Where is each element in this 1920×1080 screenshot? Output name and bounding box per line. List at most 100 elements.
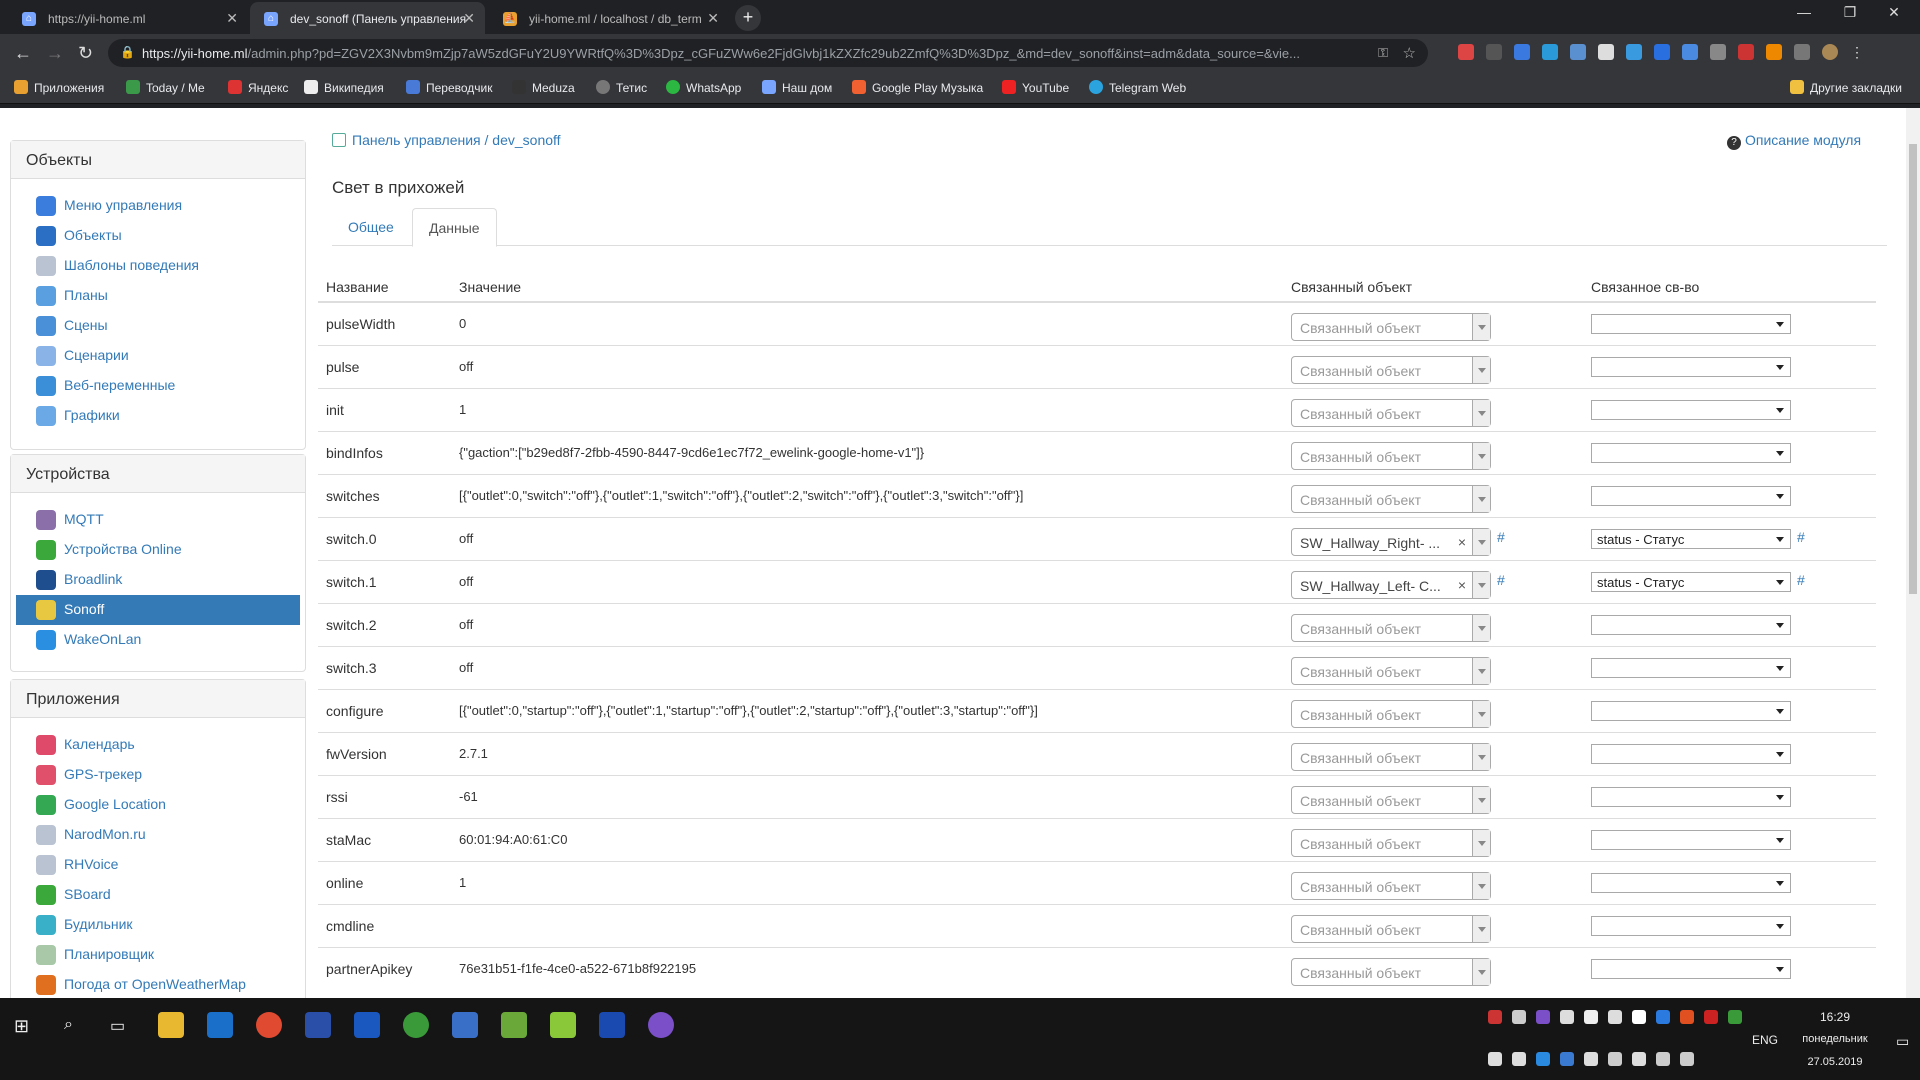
- tray-icon[interactable]: [1536, 1010, 1550, 1024]
- sidebar-item[interactable]: Объекты: [16, 221, 300, 251]
- bookmark-item[interactable]: YouTube: [1002, 80, 1069, 95]
- extension-icon[interactable]: [1710, 44, 1726, 60]
- bookmark-item[interactable]: Приложения: [14, 80, 104, 95]
- property-link[interactable]: #: [1797, 572, 1805, 588]
- chevron-down-icon[interactable]: [1472, 485, 1490, 512]
- linked-object-select[interactable]: Связанный объект: [1291, 613, 1491, 642]
- module-description-link[interactable]: ? Описание модуля: [1727, 132, 1861, 150]
- clear-selection-icon[interactable]: ×: [1458, 534, 1466, 550]
- scrollbar-thumb[interactable]: [1909, 144, 1917, 594]
- linked-object-select[interactable]: Связанный объект: [1291, 914, 1491, 943]
- restore-icon[interactable]: ❐: [1830, 4, 1870, 21]
- url-field[interactable]: 🔒 https://yii-home.ml/admin.php?pd=ZGV2X…: [108, 39, 1428, 67]
- download-icon[interactable]: [1486, 44, 1502, 60]
- tray-icon[interactable]: [1584, 1010, 1598, 1024]
- tray-icon[interactable]: [1608, 1010, 1622, 1024]
- breadcrumb-root[interactable]: Панель управления: [352, 132, 481, 148]
- object-link[interactable]: #: [1497, 529, 1505, 545]
- tray-icon[interactable]: [1560, 1010, 1574, 1024]
- linked-object-select[interactable]: Связанный объект: [1291, 441, 1491, 470]
- windows-start-icon[interactable]: ⊞: [14, 1016, 29, 1037]
- volume-icon[interactable]: [1680, 1052, 1694, 1066]
- linked-property-select[interactable]: [1591, 485, 1791, 506]
- close-window-icon[interactable]: ✕: [1874, 4, 1914, 21]
- bookmark-item[interactable]: Википедия: [304, 80, 384, 95]
- back-icon[interactable]: ←: [14, 43, 32, 64]
- chevron-down-icon[interactable]: [1472, 399, 1490, 426]
- utorrent-icon[interactable]: [403, 1012, 429, 1038]
- gmail-icon[interactable]: [1458, 44, 1474, 60]
- linked-object-select[interactable]: Связанный объект: [1291, 742, 1491, 771]
- bookmark-item[interactable]: Наш дом: [762, 80, 832, 95]
- linked-property-select[interactable]: status - Статус: [1591, 571, 1791, 592]
- extension-icon[interactable]: [1738, 44, 1754, 60]
- sidebar-item[interactable]: Сценарии: [16, 341, 300, 371]
- extension-icon[interactable]: [1598, 44, 1614, 60]
- forward-icon[interactable]: →: [46, 43, 64, 64]
- sidebar-item[interactable]: GPS-трекер: [16, 760, 300, 790]
- tray-icon[interactable]: [1560, 1052, 1574, 1066]
- chevron-down-icon[interactable]: [1472, 657, 1490, 684]
- bookmark-item[interactable]: Переводчик: [406, 80, 493, 95]
- chevron-down-icon[interactable]: [1472, 700, 1490, 727]
- extension-icon[interactable]: [1682, 44, 1698, 60]
- language-indicator[interactable]: ENG: [1750, 1033, 1780, 1047]
- app-icon[interactable]: [501, 1012, 527, 1038]
- cloud-icon[interactable]: [1632, 1010, 1646, 1024]
- chevron-down-icon[interactable]: [1472, 356, 1490, 383]
- bookmark-item[interactable]: Meduza: [512, 80, 575, 95]
- dropbox-icon[interactable]: [1654, 44, 1670, 60]
- sidebar-item[interactable]: Будильник: [16, 910, 300, 940]
- app-icon[interactable]: [550, 1012, 576, 1038]
- extension-icon[interactable]: [1542, 44, 1558, 60]
- outlook-icon[interactable]: [207, 1012, 233, 1038]
- extension-icon[interactable]: [1626, 44, 1642, 60]
- linked-property-select[interactable]: [1591, 614, 1791, 635]
- extension-icon[interactable]: [1570, 44, 1586, 60]
- key-icon[interactable]: ⚿: [1378, 45, 1388, 61]
- avatar[interactable]: [1822, 44, 1838, 60]
- menu-kebab-icon[interactable]: ⋮: [1850, 44, 1864, 61]
- bookmark-item[interactable]: Яндекс: [228, 80, 288, 95]
- linked-object-select[interactable]: Связанный объект: [1291, 355, 1491, 384]
- chevron-down-icon[interactable]: [1472, 786, 1490, 813]
- sidebar-item[interactable]: WakeOnLan: [16, 625, 300, 655]
- tray-icon[interactable]: [1512, 1010, 1526, 1024]
- chevron-down-icon[interactable]: [1472, 872, 1490, 899]
- chrome-icon[interactable]: [256, 1012, 282, 1038]
- sidebar-item[interactable]: Планы: [16, 281, 300, 311]
- chevron-down-icon[interactable]: [1472, 528, 1490, 555]
- bookmark-item[interactable]: Telegram Web: [1089, 80, 1186, 95]
- linked-object-select[interactable]: SW_Hallway_Right- ... ×: [1291, 527, 1491, 556]
- tray-icon[interactable]: [1488, 1052, 1502, 1066]
- browser-tab-3[interactable]: ⛵ yii-home.ml / localhost / db_term ✕: [489, 2, 729, 34]
- close-tab-icon[interactable]: ✕: [226, 10, 238, 27]
- app-icon[interactable]: [599, 1012, 625, 1038]
- tray-icon[interactable]: [1680, 1010, 1694, 1024]
- tray-icon[interactable]: [1512, 1052, 1526, 1066]
- clock-time[interactable]: 16:29: [1790, 1010, 1880, 1024]
- chevron-down-icon[interactable]: [1472, 958, 1490, 985]
- close-tab-icon[interactable]: ✕: [463, 10, 475, 27]
- linked-property-select[interactable]: [1591, 356, 1791, 377]
- sidebar-item[interactable]: Broadlink: [16, 565, 300, 595]
- sidebar-item[interactable]: RHVoice: [16, 850, 300, 880]
- chevron-down-icon[interactable]: [1472, 915, 1490, 942]
- tab-general[interactable]: Общее: [332, 208, 410, 247]
- sidebar-item[interactable]: Графики: [16, 401, 300, 431]
- sidebar-item[interactable]: Сцены: [16, 311, 300, 341]
- linked-object-select[interactable]: Связанный объект: [1291, 484, 1491, 513]
- sidebar-item[interactable]: Устройства Online: [16, 535, 300, 565]
- sidebar-item[interactable]: SBoard: [16, 880, 300, 910]
- extension-icon[interactable]: [1794, 44, 1810, 60]
- browser-tab-2[interactable]: ⌂ dev_sonoff (Панель управления ✕: [250, 2, 485, 34]
- sidebar-item[interactable]: Шаблоны поведения: [16, 251, 300, 281]
- search-icon[interactable]: ⌕: [64, 1016, 73, 1034]
- sidebar-item[interactable]: Календарь: [16, 730, 300, 760]
- bookmark-item[interactable]: Google Play Музыка: [852, 80, 983, 95]
- tab-data[interactable]: Данные: [412, 208, 497, 247]
- bookmark-item[interactable]: WhatsApp: [666, 80, 741, 95]
- linked-object-select[interactable]: Связанный объект: [1291, 312, 1491, 341]
- linked-object-select[interactable]: Связанный объект: [1291, 785, 1491, 814]
- linked-object-select[interactable]: Связанный объект: [1291, 957, 1491, 986]
